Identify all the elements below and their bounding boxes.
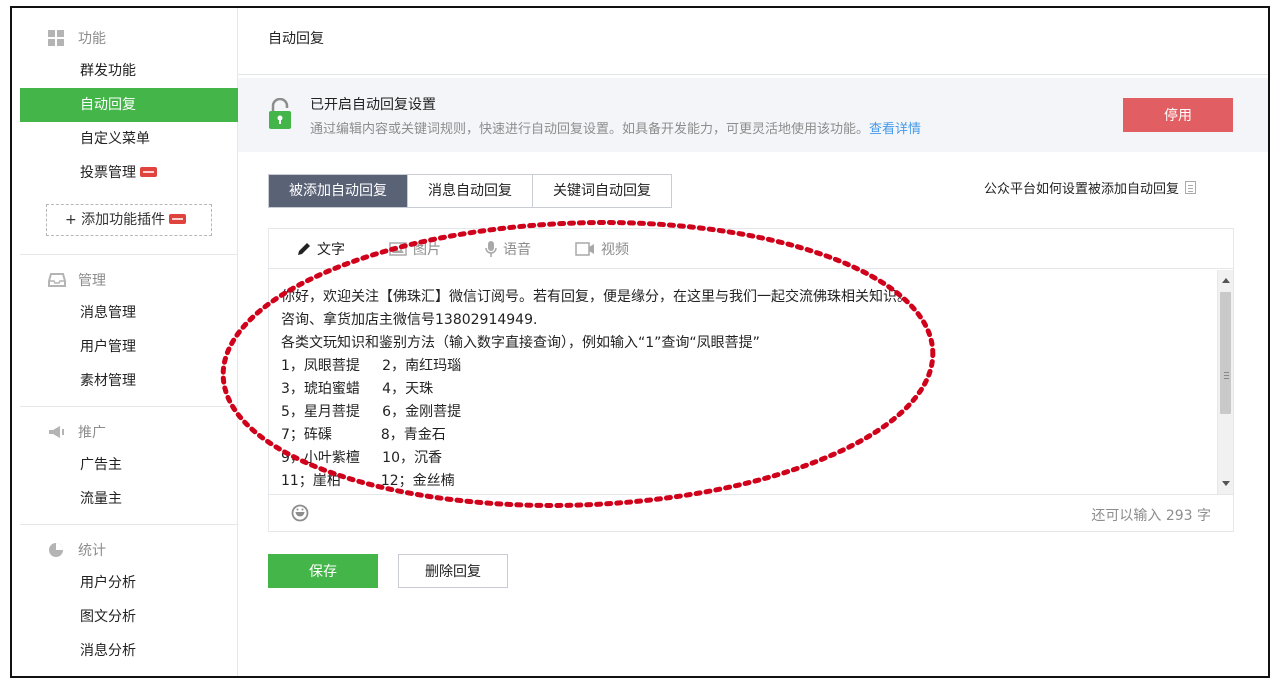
sidebar-item-message-analysis[interactable]: 消息分析 [20, 634, 238, 668]
editor-footer: 还可以输入 293 字 [269, 494, 1233, 531]
sidebar-item-label: 流量主 [80, 491, 122, 507]
pie-chart-icon [48, 542, 66, 558]
page-title: 自动回复 [268, 31, 324, 47]
sidebar-item-vote[interactable]: 投票管理 [20, 156, 238, 190]
tool-text[interactable]: 文字 [297, 239, 345, 259]
sidebar-divider [20, 524, 238, 525]
sidebar-divider [20, 254, 238, 255]
sidebar-group-manage: 管理 [48, 270, 106, 290]
editor-scrollbar[interactable] [1217, 270, 1233, 494]
save-button[interactable]: 保存 [268, 554, 378, 588]
image-icon [389, 241, 407, 256]
video-icon [575, 241, 594, 256]
status-title: 已开启自动回复设置 [310, 97, 436, 113]
header-divider [238, 74, 1268, 75]
sidebar-item-label: 消息分析 [80, 643, 136, 659]
status-banner: 已开启自动回复设置 通过编辑内容或关键词规则，快速进行自动回复设置。如具备开发能… [238, 78, 1268, 152]
sidebar-item-publisher[interactable]: 流量主 [20, 482, 238, 516]
content-line: 你好，欢迎关注【佛珠汇】微信订阅号。若有回复，便是缘分，在这里与我们一起交流佛珠… [281, 289, 911, 305]
reply-editor: 文字 图片 语音 视频 你好，欢迎关注【佛珠汇】微信订阅号。若有回复，便是缘分，… [268, 228, 1234, 532]
sidebar-group-title: 功能 [78, 31, 106, 47]
disable-button[interactable]: 停用 [1123, 98, 1233, 132]
sidebar-item-article-analysis[interactable]: 图文分析 [20, 600, 238, 634]
sidebar-group-title: 统计 [78, 543, 106, 559]
sidebar-item-label: 投票管理 [80, 165, 136, 181]
reply-type-tabs: 被添加自动回复 消息自动回复 关键词自动回复 [268, 174, 672, 208]
tool-label: 文字 [317, 241, 345, 258]
content-line: 9，小叶紫檀 10，沉香 [281, 450, 442, 466]
sidebar-item-materials[interactable]: 素材管理 [20, 364, 238, 398]
content-line: 11；崖柏 12；金丝楠 [281, 473, 455, 489]
app-window: 功能 群发功能 自动回复 自定义菜单 投票管理 + 添加功能插件 管理 消息管理… [10, 6, 1270, 678]
content-line: 各类文玩知识和鉴别方法（输入数字直接查询），例如输入“1”查询“凤眼菩提” [281, 335, 760, 351]
sidebar-item-label: 群发功能 [80, 63, 136, 79]
sidebar-group-stats: 统计 [48, 540, 106, 560]
sidebar: 功能 群发功能 自动回复 自定义菜单 投票管理 + 添加功能插件 管理 消息管理… [20, 8, 238, 676]
sidebar-item-user-analysis[interactable]: 用户分析 [20, 566, 238, 600]
sidebar-item-mass-send[interactable]: 群发功能 [20, 54, 238, 88]
sidebar-item-messages[interactable]: 消息管理 [20, 296, 238, 330]
sidebar-item-custom-menu[interactable]: 自定义菜单 [20, 122, 238, 156]
sidebar-divider [20, 406, 238, 407]
sidebar-item-label: 自动回复 [80, 97, 136, 113]
document-icon [1185, 181, 1197, 194]
tab-message-reply[interactable]: 消息自动回复 [408, 175, 533, 207]
tool-label: 语音 [503, 241, 531, 258]
reply-content-textarea[interactable]: 你好，欢迎关注【佛珠汇】微信订阅号。若有回复，便是缘分，在这里与我们一起交流佛珠… [269, 270, 1217, 494]
status-description: 通过编辑内容或关键词规则，快速进行自动回复设置。如具备开发能力，可更灵活地使用该… [310, 118, 921, 137]
sidebar-item-users[interactable]: 用户管理 [20, 330, 238, 364]
content-line: 3，琥珀蜜蜡 4，天珠 [281, 381, 434, 397]
editor-toolbar: 文字 图片 语音 视频 [269, 229, 1233, 269]
remaining-char-count: 还可以输入 293 字 [1091, 508, 1211, 524]
sidebar-group-features: 功能 [48, 28, 106, 48]
grip-icon [1224, 372, 1229, 373]
delete-reply-button[interactable]: 删除回复 [398, 554, 508, 588]
unlock-icon [268, 97, 292, 130]
emoji-icon[interactable] [291, 504, 309, 526]
help-link-text: 公众平台如何设置被添加自动回复 [984, 182, 1180, 197]
tab-keyword-reply[interactable]: 关键词自动回复 [533, 175, 671, 207]
grid-icon [48, 30, 66, 46]
megaphone-icon [48, 424, 66, 440]
help-link[interactable]: 公众平台如何设置被添加自动回复 [984, 178, 1197, 197]
tool-video[interactable]: 视频 [575, 239, 629, 259]
sidebar-item-label: 消息管理 [80, 305, 136, 321]
sidebar-item-auto-reply[interactable]: 自动回复 [20, 88, 238, 122]
tool-label: 图片 [413, 241, 441, 258]
content-line: 7；砗磲 8，青金石 [281, 427, 446, 443]
inbox-icon [48, 272, 66, 288]
add-plugin-label: + 添加功能插件 [65, 212, 166, 228]
new-badge-icon [169, 214, 187, 224]
content-line: 1，凤眼菩提 2，南红玛瑙 [281, 358, 462, 374]
sidebar-item-label: 用户管理 [80, 339, 136, 355]
status-desc-text: 通过编辑内容或关键词规则，快速进行自动回复设置。如具备开发能力，可更灵活地使用该… [310, 122, 870, 137]
new-badge-icon [140, 167, 157, 177]
tab-on-follow-reply[interactable]: 被添加自动回复 [269, 175, 408, 207]
sidebar-item-label: 自定义菜单 [80, 131, 150, 147]
sidebar-item-label: 素材管理 [80, 373, 136, 389]
add-plugin-button[interactable]: + 添加功能插件 [46, 204, 212, 236]
tool-voice[interactable]: 语音 [485, 239, 531, 259]
microphone-icon [485, 240, 497, 257]
sidebar-item-label: 图文分析 [80, 609, 136, 625]
scroll-down-arrow-icon[interactable] [1222, 481, 1230, 486]
sidebar-item-label: 用户分析 [80, 575, 136, 591]
scroll-thumb[interactable] [1220, 292, 1231, 414]
content-line: 5，星月菩提 6，金刚菩提 [281, 404, 462, 420]
sidebar-group-title: 推广 [78, 425, 106, 441]
sidebar-group-title: 管理 [78, 273, 106, 289]
tool-image[interactable]: 图片 [389, 239, 441, 259]
pencil-icon [298, 242, 310, 255]
sidebar-group-promote: 推广 [48, 422, 106, 442]
content-line: 咨询、拿货加店主微信号13802914949. [281, 312, 538, 328]
tool-label: 视频 [601, 241, 629, 258]
sidebar-item-advertiser[interactable]: 广告主 [20, 448, 238, 482]
main-panel: 自动回复 已开启自动回复设置 通过编辑内容或关键词规则，快速进行自动回复设置。如… [238, 8, 1268, 676]
sidebar-item-label: 广告主 [80, 457, 122, 473]
scroll-up-arrow-icon[interactable] [1222, 278, 1230, 283]
view-details-link[interactable]: 查看详情 [869, 122, 921, 137]
